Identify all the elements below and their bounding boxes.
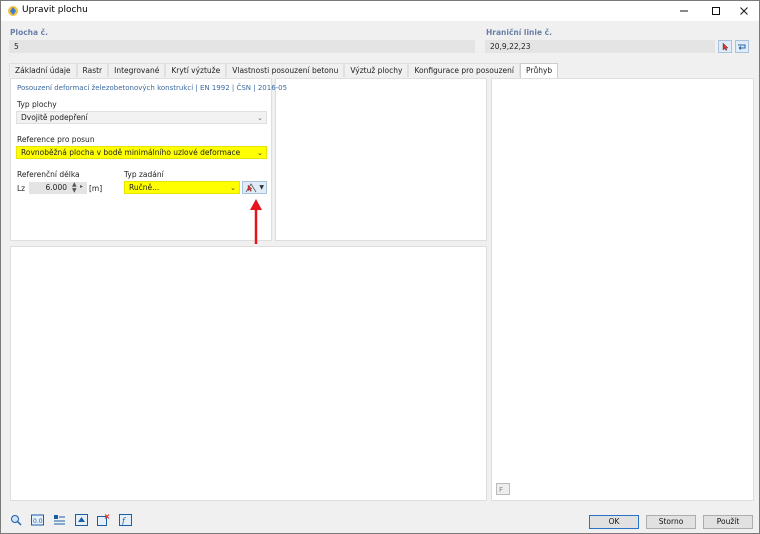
table-icon[interactable]: F <box>496 483 510 495</box>
function-icon[interactable]: f <box>118 513 132 527</box>
input-type-label: Typ zadání <box>124 170 164 179</box>
lz-input[interactable]: 6.000 <box>29 182 87 194</box>
support-type-label: Typ plochy <box>17 100 57 109</box>
view-icon[interactable] <box>74 513 88 527</box>
close-icon <box>740 7 748 15</box>
surface-number-label: Plocha č. <box>10 28 48 37</box>
reference-value: Rovnoběžná plocha v bodě minimálního uzl… <box>21 148 241 157</box>
delete-settings-icon[interactable] <box>96 513 110 527</box>
section-title: Posouzení deformací železobetonových kon… <box>17 84 288 92</box>
reverse-direction-button[interactable] <box>735 40 749 53</box>
tab-bar: Základní údaje Rastr Integrované Krytí v… <box>9 63 559 78</box>
svg-text:F: F <box>499 486 503 494</box>
ok-button[interactable]: OK <box>589 515 639 529</box>
pick-lines-button[interactable] <box>718 40 732 53</box>
annotation-arrow-icon <box>250 199 262 244</box>
reference-label: Reference pro posun <box>17 135 95 144</box>
pick-cursor-icon <box>722 42 728 51</box>
window-title: Upravit plochu <box>22 5 88 15</box>
maximize-button[interactable] <box>701 1 731 21</box>
search-icon[interactable] <box>9 513 23 527</box>
tab-integrated[interactable]: Integrované <box>108 63 166 77</box>
units-icon[interactable]: 0.0 <box>30 513 44 527</box>
reference-select[interactable]: Rovnoběžná plocha v bodě minimálního uzl… <box>16 146 267 159</box>
maximize-icon <box>712 7 720 15</box>
input-type-select[interactable]: Ručně... ⌄ <box>124 181 240 194</box>
cancel-button[interactable]: Storno <box>646 515 696 529</box>
dropdown-arrow-icon: ▼ <box>259 184 264 191</box>
tab-cover[interactable]: Krytí výztuže <box>165 63 227 77</box>
input-type-value: Ručně... <box>129 183 160 192</box>
support-type-select[interactable]: Dvojitě podepření ⌄ <box>16 111 267 124</box>
tab-grid[interactable]: Rastr <box>76 63 109 77</box>
app-icon <box>8 6 18 16</box>
minimize-button[interactable] <box>669 1 699 21</box>
chevron-down-icon: ⌄ <box>230 184 236 192</box>
chevron-down-icon: ⌄ <box>257 114 263 122</box>
boundary-lines-label: Hraniční linie č. <box>486 28 552 37</box>
pick-reference-icon <box>245 183 257 193</box>
empty-panel-top <box>275 78 487 241</box>
chevron-down-icon: ⌄ <box>257 149 263 157</box>
close-button[interactable] <box>729 1 759 21</box>
tab-basic[interactable]: Základní údaje <box>9 63 77 77</box>
title-bar: Upravit plochu <box>1 1 759 21</box>
ref-length-label: Referenční délka <box>17 170 80 179</box>
lz-unit: [m] <box>89 184 103 193</box>
reverse-arrow-icon <box>738 44 746 50</box>
minimize-icon <box>680 10 688 12</box>
empty-panel-bottom <box>10 246 487 501</box>
lz-symbol: Lz <box>17 184 26 193</box>
tab-deflection[interactable]: Průhyb <box>520 63 559 78</box>
tab-reinforcement[interactable]: Výztuž plochy <box>344 63 409 77</box>
pick-reference-button[interactable]: ▼ <box>242 181 267 194</box>
apply-button[interactable]: Použít <box>703 515 753 529</box>
svg-text:0.0: 0.0 <box>33 518 43 525</box>
edit-surface-dialog: Upravit plochu Plocha č. 5 Hraniční lini… <box>0 0 760 534</box>
surface-number-field[interactable]: 5 <box>9 40 475 53</box>
graphic-panel <box>491 78 754 501</box>
tab-concrete-design[interactable]: Vlastnosti posouzení betonu <box>226 63 345 77</box>
step-arrow-icon[interactable]: ▸ <box>80 184 83 190</box>
boundary-lines-field[interactable]: 20,9,22,23 <box>485 40 715 53</box>
list-settings-icon[interactable] <box>52 513 66 527</box>
tab-design-config[interactable]: Konfigurace pro posouzení <box>408 63 521 77</box>
support-type-value: Dvojitě podepření <box>21 113 88 122</box>
spin-arrows-icon[interactable]: ▲ ▼ <box>72 182 77 194</box>
